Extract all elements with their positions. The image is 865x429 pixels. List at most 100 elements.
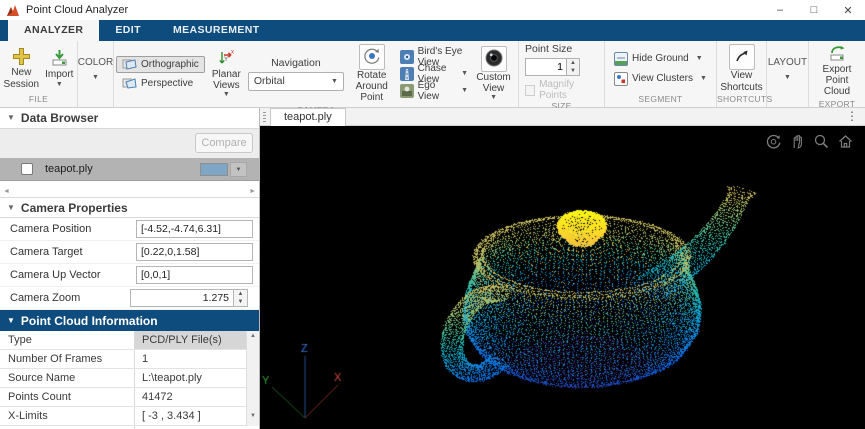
svg-text:Y: Y: [224, 57, 228, 63]
camera-properties-header[interactable]: ▼ Camera Properties: [0, 197, 259, 218]
magnify-points-checkbox[interactable]: Magnify Points: [525, 79, 598, 101]
window-controls: – □ ✕: [763, 0, 865, 20]
ribbon-section-color: COLOR ▼: [78, 41, 114, 107]
color-dropdown-button[interactable]: ▼: [92, 74, 99, 81]
rotate-around-point-icon: [359, 44, 385, 70]
camera-position-row: Camera Position: [0, 218, 259, 241]
point-cloud-list-item[interactable]: teapot.ply ▼: [0, 158, 259, 181]
rotate-around-point-button[interactable]: Rotate Around Point: [347, 43, 397, 105]
orthographic-button[interactable]: Orthographic: [116, 56, 205, 73]
navigation-select[interactable]: Orbital ▼: [248, 72, 344, 91]
ribbon-section-camera: Orthographic Perspective x Y Planar View…: [114, 41, 519, 107]
color-label: COLOR: [78, 57, 114, 68]
scroll-down-icon[interactable]: ▼: [247, 413, 259, 419]
magnifier-icon: [813, 133, 830, 150]
custom-view-button[interactable]: Custom View ▼: [471, 45, 516, 102]
hide-ground-button[interactable]: Hide Ground ▼: [614, 51, 703, 66]
tab-edit[interactable]: EDIT: [99, 20, 157, 41]
camera-up-vector-label: Camera Up Vector: [10, 269, 100, 281]
tab-measurement[interactable]: MEASUREMENT: [157, 20, 276, 41]
magnify-points-label: Magnify Points: [539, 79, 598, 101]
row-value: [ -3 , 3.434 ]: [135, 407, 246, 425]
chevron-down-icon: ▼: [223, 91, 230, 98]
point-size-input[interactable]: [525, 58, 567, 76]
camera-position-label: Camera Position: [10, 223, 91, 235]
viewport-tab-bar: teapot.ply ⋮: [260, 108, 865, 126]
segment-section-label: SEGMENT: [605, 94, 716, 107]
hide-ground-label: Hide Ground: [632, 53, 689, 64]
spin-up-icon[interactable]: ▲: [567, 59, 579, 67]
camera-target-field[interactable]: [136, 243, 253, 261]
item-checkbox[interactable]: [21, 163, 33, 175]
close-button[interactable]: ✕: [831, 0, 865, 20]
checkbox-icon: [525, 85, 535, 96]
spin-down-icon[interactable]: ▼: [567, 67, 579, 75]
perspective-button[interactable]: Perspective: [116, 75, 205, 92]
table-row[interactable]: Type PCD/PLY File(s): [0, 331, 259, 350]
orthographic-label: Orthographic: [141, 59, 199, 70]
perspective-label: Perspective: [141, 78, 193, 89]
spin-down-icon[interactable]: ▼: [234, 298, 247, 306]
view-shortcuts-button[interactable]: View Shortcuts: [718, 43, 764, 93]
item-name: teapot.ply: [45, 163, 93, 175]
layout-dropdown-button[interactable]: ▼: [784, 74, 791, 81]
drag-grip-icon[interactable]: [263, 112, 266, 122]
custom-view-label: Custom View: [473, 72, 514, 94]
table-row[interactable]: Source Name L:\teapot.ply: [0, 369, 259, 388]
ribbon-section-layout: LAYOUT ▼: [767, 41, 809, 107]
import-button[interactable]: Import ▼: [43, 48, 75, 88]
camera-position-field[interactable]: [136, 220, 253, 238]
new-session-button[interactable]: New Session: [2, 46, 42, 90]
rotate-around-point-label: Rotate Around Point: [349, 70, 395, 104]
row-key: Source Name: [0, 369, 135, 387]
camera-zoom-stepper[interactable]: ▲ ▼: [234, 289, 248, 307]
compare-button[interactable]: Compare: [195, 133, 253, 153]
ribbon-toolbar: New Session Import ▼ FILE COLOR ▼ Orthog…: [0, 41, 865, 108]
navigation-value: Orbital: [254, 75, 285, 87]
vertical-scrollbar[interactable]: ▲ ▼: [246, 331, 259, 426]
zoom-button[interactable]: [813, 133, 830, 150]
table-row[interactable]: X-Limits [ -3 , 3.434 ]: [0, 407, 259, 426]
rotate-3d-icon: [765, 133, 782, 150]
ego-view-icon: [400, 84, 414, 98]
camera-zoom-field[interactable]: [130, 289, 234, 307]
svg-text:x: x: [231, 50, 234, 56]
data-browser-header[interactable]: ▼ Data Browser: [0, 108, 259, 129]
planar-views-button[interactable]: x Y Planar Views ▼: [208, 48, 245, 99]
pan-hand-button[interactable]: [789, 133, 806, 150]
point-cloud-info-header[interactable]: ▼ Point Cloud Information: [0, 310, 259, 331]
minimize-button[interactable]: –: [763, 0, 797, 20]
point-cloud-canvas[interactable]: [260, 126, 865, 429]
spin-up-icon[interactable]: ▲: [234, 290, 247, 298]
row-key: X-Limits: [0, 407, 135, 425]
scroll-right-icon[interactable]: ►: [249, 188, 256, 195]
camera-up-vector-field[interactable]: [136, 266, 253, 284]
home-button[interactable]: [837, 133, 854, 150]
export-icon: [827, 44, 847, 62]
rotate-3d-button[interactable]: [765, 133, 782, 150]
swatch-dropdown-button[interactable]: ▼: [230, 162, 247, 177]
table-row[interactable]: Number Of Frames 1: [0, 350, 259, 369]
horizontal-scrollbar[interactable]: ◄ ►: [0, 181, 259, 197]
collapse-icon: ▼: [7, 204, 15, 212]
custom-view-icon: [481, 46, 507, 72]
scroll-left-icon[interactable]: ◄: [3, 188, 10, 195]
viewport-menu-button[interactable]: ⋮: [846, 109, 858, 123]
ego-view-button[interactable]: Ego View ▼: [400, 83, 469, 98]
birds-eye-view-icon: [400, 50, 414, 64]
point-size-stepper[interactable]: ▲ ▼: [567, 58, 580, 76]
scroll-up-icon[interactable]: ▲: [247, 333, 259, 339]
view-clusters-button[interactable]: View Clusters ▼: [614, 71, 707, 86]
maximize-button[interactable]: □: [797, 0, 831, 20]
axes-toolbar: [765, 133, 854, 150]
viewport-tab-teapot[interactable]: teapot.ply: [270, 108, 346, 126]
export-point-cloud-button[interactable]: Export Point Cloud: [811, 43, 863, 99]
ego-view-label: Ego View: [418, 80, 455, 102]
ribbon-section-export: Export Point Cloud EXPORT: [809, 41, 865, 107]
row-value: L:\teapot.ply: [135, 369, 246, 387]
color-swatch[interactable]: [200, 163, 228, 176]
new-session-label: New Session: [4, 67, 40, 89]
table-row[interactable]: Points Count 41472: [0, 388, 259, 407]
point-cloud-viewport[interactable]: [260, 126, 865, 429]
tab-analyzer[interactable]: ANALYZER: [8, 20, 99, 41]
